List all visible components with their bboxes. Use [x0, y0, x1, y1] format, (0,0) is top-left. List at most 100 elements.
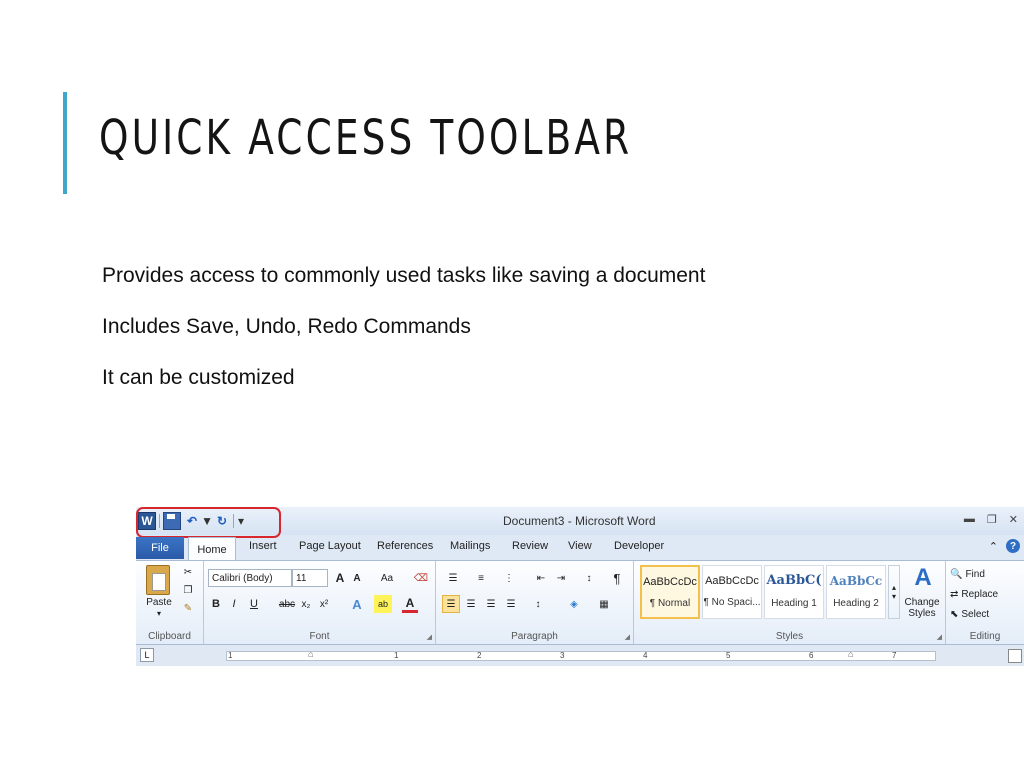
style-name: Heading 1	[771, 598, 817, 609]
find-icon: 🔍	[950, 568, 963, 580]
font-color-icon[interactable]: A	[402, 595, 418, 613]
close-icon[interactable]: ✕	[1009, 513, 1018, 526]
dialog-launcher-icon[interactable]: ◢	[625, 633, 630, 641]
tab-developer[interactable]: Developer	[614, 540, 664, 552]
numbering-icon[interactable]: ≡	[470, 569, 492, 587]
ribbon-tabs: File Home Insert Page Layout References …	[136, 537, 1024, 561]
dialog-launcher-icon[interactable]: ◢	[937, 633, 942, 641]
paste-button[interactable]: Paste	[140, 597, 178, 608]
ruler-number: 5	[726, 651, 731, 660]
style-sample: AaBbCc	[829, 574, 883, 588]
font-name-select[interactable]: Calibri (Body)	[208, 569, 292, 587]
borders-icon[interactable]: ▦	[594, 595, 614, 613]
shrink-font-icon[interactable]: A	[350, 569, 364, 587]
strikethrough-icon[interactable]: abc	[278, 595, 296, 613]
style-heading-1[interactable]: AaBbC( Heading 1	[764, 565, 824, 619]
word-logo-icon[interactable]: W	[138, 512, 156, 530]
indent-marker-icon[interactable]: ⌂	[308, 649, 313, 659]
help-icon[interactable]: ?	[1006, 539, 1020, 553]
superscript-icon[interactable]: x²	[316, 595, 332, 613]
save-icon[interactable]	[163, 512, 181, 530]
replace-button[interactable]: ⇄ Replace	[950, 585, 998, 603]
tab-insert[interactable]: Insert	[249, 540, 277, 552]
highlight-icon[interactable]: ab	[374, 595, 392, 613]
restore-icon[interactable]: ❐	[987, 513, 997, 526]
tab-references[interactable]: References	[377, 540, 433, 552]
text-effects-icon[interactable]: A	[348, 595, 366, 613]
ruler-number: 4	[643, 651, 648, 660]
accent-bar	[63, 92, 67, 194]
change-case-icon[interactable]: Aa	[376, 569, 398, 587]
cut-icon[interactable]: ✂	[180, 565, 196, 579]
minimize-icon[interactable]: ▬	[964, 513, 975, 526]
undo-dropdown-icon[interactable]: ▼	[201, 513, 213, 529]
tab-file[interactable]: File	[136, 537, 184, 559]
italic-icon[interactable]: I	[226, 595, 242, 613]
select-button[interactable]: ⬉ Select	[950, 605, 989, 623]
change-styles-button[interactable]: Change Styles	[900, 595, 944, 621]
slide-title: QUICK ACCESS TOOLBAR	[99, 110, 633, 166]
format-painter-icon[interactable]: ✎	[180, 601, 196, 615]
tab-home[interactable]: Home	[188, 537, 236, 561]
copy-icon[interactable]: ❐	[180, 583, 196, 597]
change-styles-icon[interactable]: A	[904, 563, 942, 593]
separator	[159, 514, 160, 528]
redo-icon[interactable]: ↻	[214, 513, 230, 529]
shading-icon[interactable]: ◈	[564, 595, 584, 613]
undo-icon[interactable]: ↶	[184, 513, 200, 529]
subscript-icon[interactable]: x₂	[298, 595, 314, 613]
tab-mailings[interactable]: Mailings	[450, 540, 490, 552]
multilevel-list-icon[interactable]: ⋮	[498, 569, 520, 587]
underline-icon[interactable]: U	[246, 595, 262, 613]
sort-icon[interactable]: ↕	[580, 569, 598, 587]
tab-page-layout[interactable]: Page Layout	[299, 540, 361, 552]
style-no-spacing[interactable]: AaBbCcDc ¶ No Spaci...	[702, 565, 762, 619]
tab-selector-icon[interactable]: L	[140, 648, 154, 662]
grow-font-icon[interactable]: A	[332, 569, 348, 587]
increase-indent-icon[interactable]: ⇥	[552, 569, 570, 587]
find-button[interactable]: 🔍 Find	[950, 565, 985, 583]
view-ruler-icon[interactable]	[1008, 649, 1022, 663]
window-controls: ▬ ❐ ✕	[964, 513, 1018, 526]
style-name: ¶ Normal	[649, 598, 691, 609]
decrease-indent-icon[interactable]: ⇤	[532, 569, 550, 587]
align-center-icon[interactable]: ☰	[462, 595, 480, 613]
customize-dropdown-icon[interactable]: ▾	[237, 513, 245, 529]
style-sample: AaBbCcDc	[705, 575, 759, 587]
dialog-launcher-icon[interactable]: ◢	[427, 633, 432, 641]
clear-formatting-icon[interactable]: ⌫	[412, 569, 430, 587]
word-screenshot: W ↶ ▼ ↻ ▾ Document3 - Microsoft Word ▬ ❐…	[136, 507, 1024, 666]
style-sample: AaBbC(	[766, 573, 822, 588]
title-bar: W ↶ ▼ ↻ ▾ Document3 - Microsoft Word ▬ ❐…	[136, 507, 1024, 535]
style-name: ¶ No Spaci...	[703, 597, 761, 608]
style-normal[interactable]: AaBbCcDc ¶ Normal	[640, 565, 700, 619]
style-name: Heading 2	[833, 598, 879, 609]
right-indent-marker-icon[interactable]: ⌂	[848, 649, 853, 659]
group-label: Clipboard	[148, 631, 191, 642]
paste-dropdown-icon[interactable]: ▾	[140, 609, 178, 618]
paste-icon[interactable]	[146, 565, 170, 595]
separator	[233, 514, 234, 528]
bullets-icon[interactable]: ☰	[442, 569, 464, 587]
line-spacing-icon[interactable]: ↕	[528, 595, 548, 613]
show-formatting-icon[interactable]: ¶	[608, 569, 626, 587]
align-right-icon[interactable]: ☰	[482, 595, 500, 613]
bullet-item: It can be customized	[102, 366, 295, 389]
minimize-ribbon-icon[interactable]: ⌃	[989, 540, 998, 553]
align-left-icon[interactable]: ☰	[442, 595, 460, 613]
replace-icon: ⇄	[950, 588, 959, 600]
font-group: Calibri (Body) 11 A A Aa ⌫ B I U abc x₂ …	[204, 561, 436, 644]
paragraph-group: ☰ ≡ ⋮ ⇤ ⇥ ↕ ¶ ☰ ☰ ☰ ☰ ↕ ◈ ▦ Paragraph ◢	[436, 561, 634, 644]
justify-icon[interactable]: ☰	[502, 595, 520, 613]
bold-icon[interactable]: B	[208, 595, 224, 613]
style-heading-2[interactable]: AaBbCc Heading 2	[826, 565, 886, 619]
tab-view[interactable]: View	[568, 540, 592, 552]
clipboard-group: Paste ▾ ✂ ❐ ✎ Clipboard	[136, 561, 204, 644]
font-size-select[interactable]: 11	[292, 569, 328, 587]
horizontal-ruler[interactable]	[226, 651, 936, 661]
select-icon: ⬉	[950, 608, 959, 620]
tab-review[interactable]: Review	[512, 540, 548, 552]
group-label: Editing	[969, 631, 1001, 642]
styles-scroll-icon[interactable]: ▴ ▾	[888, 565, 900, 619]
bullet-item: Includes Save, Undo, Redo Commands	[102, 315, 471, 338]
